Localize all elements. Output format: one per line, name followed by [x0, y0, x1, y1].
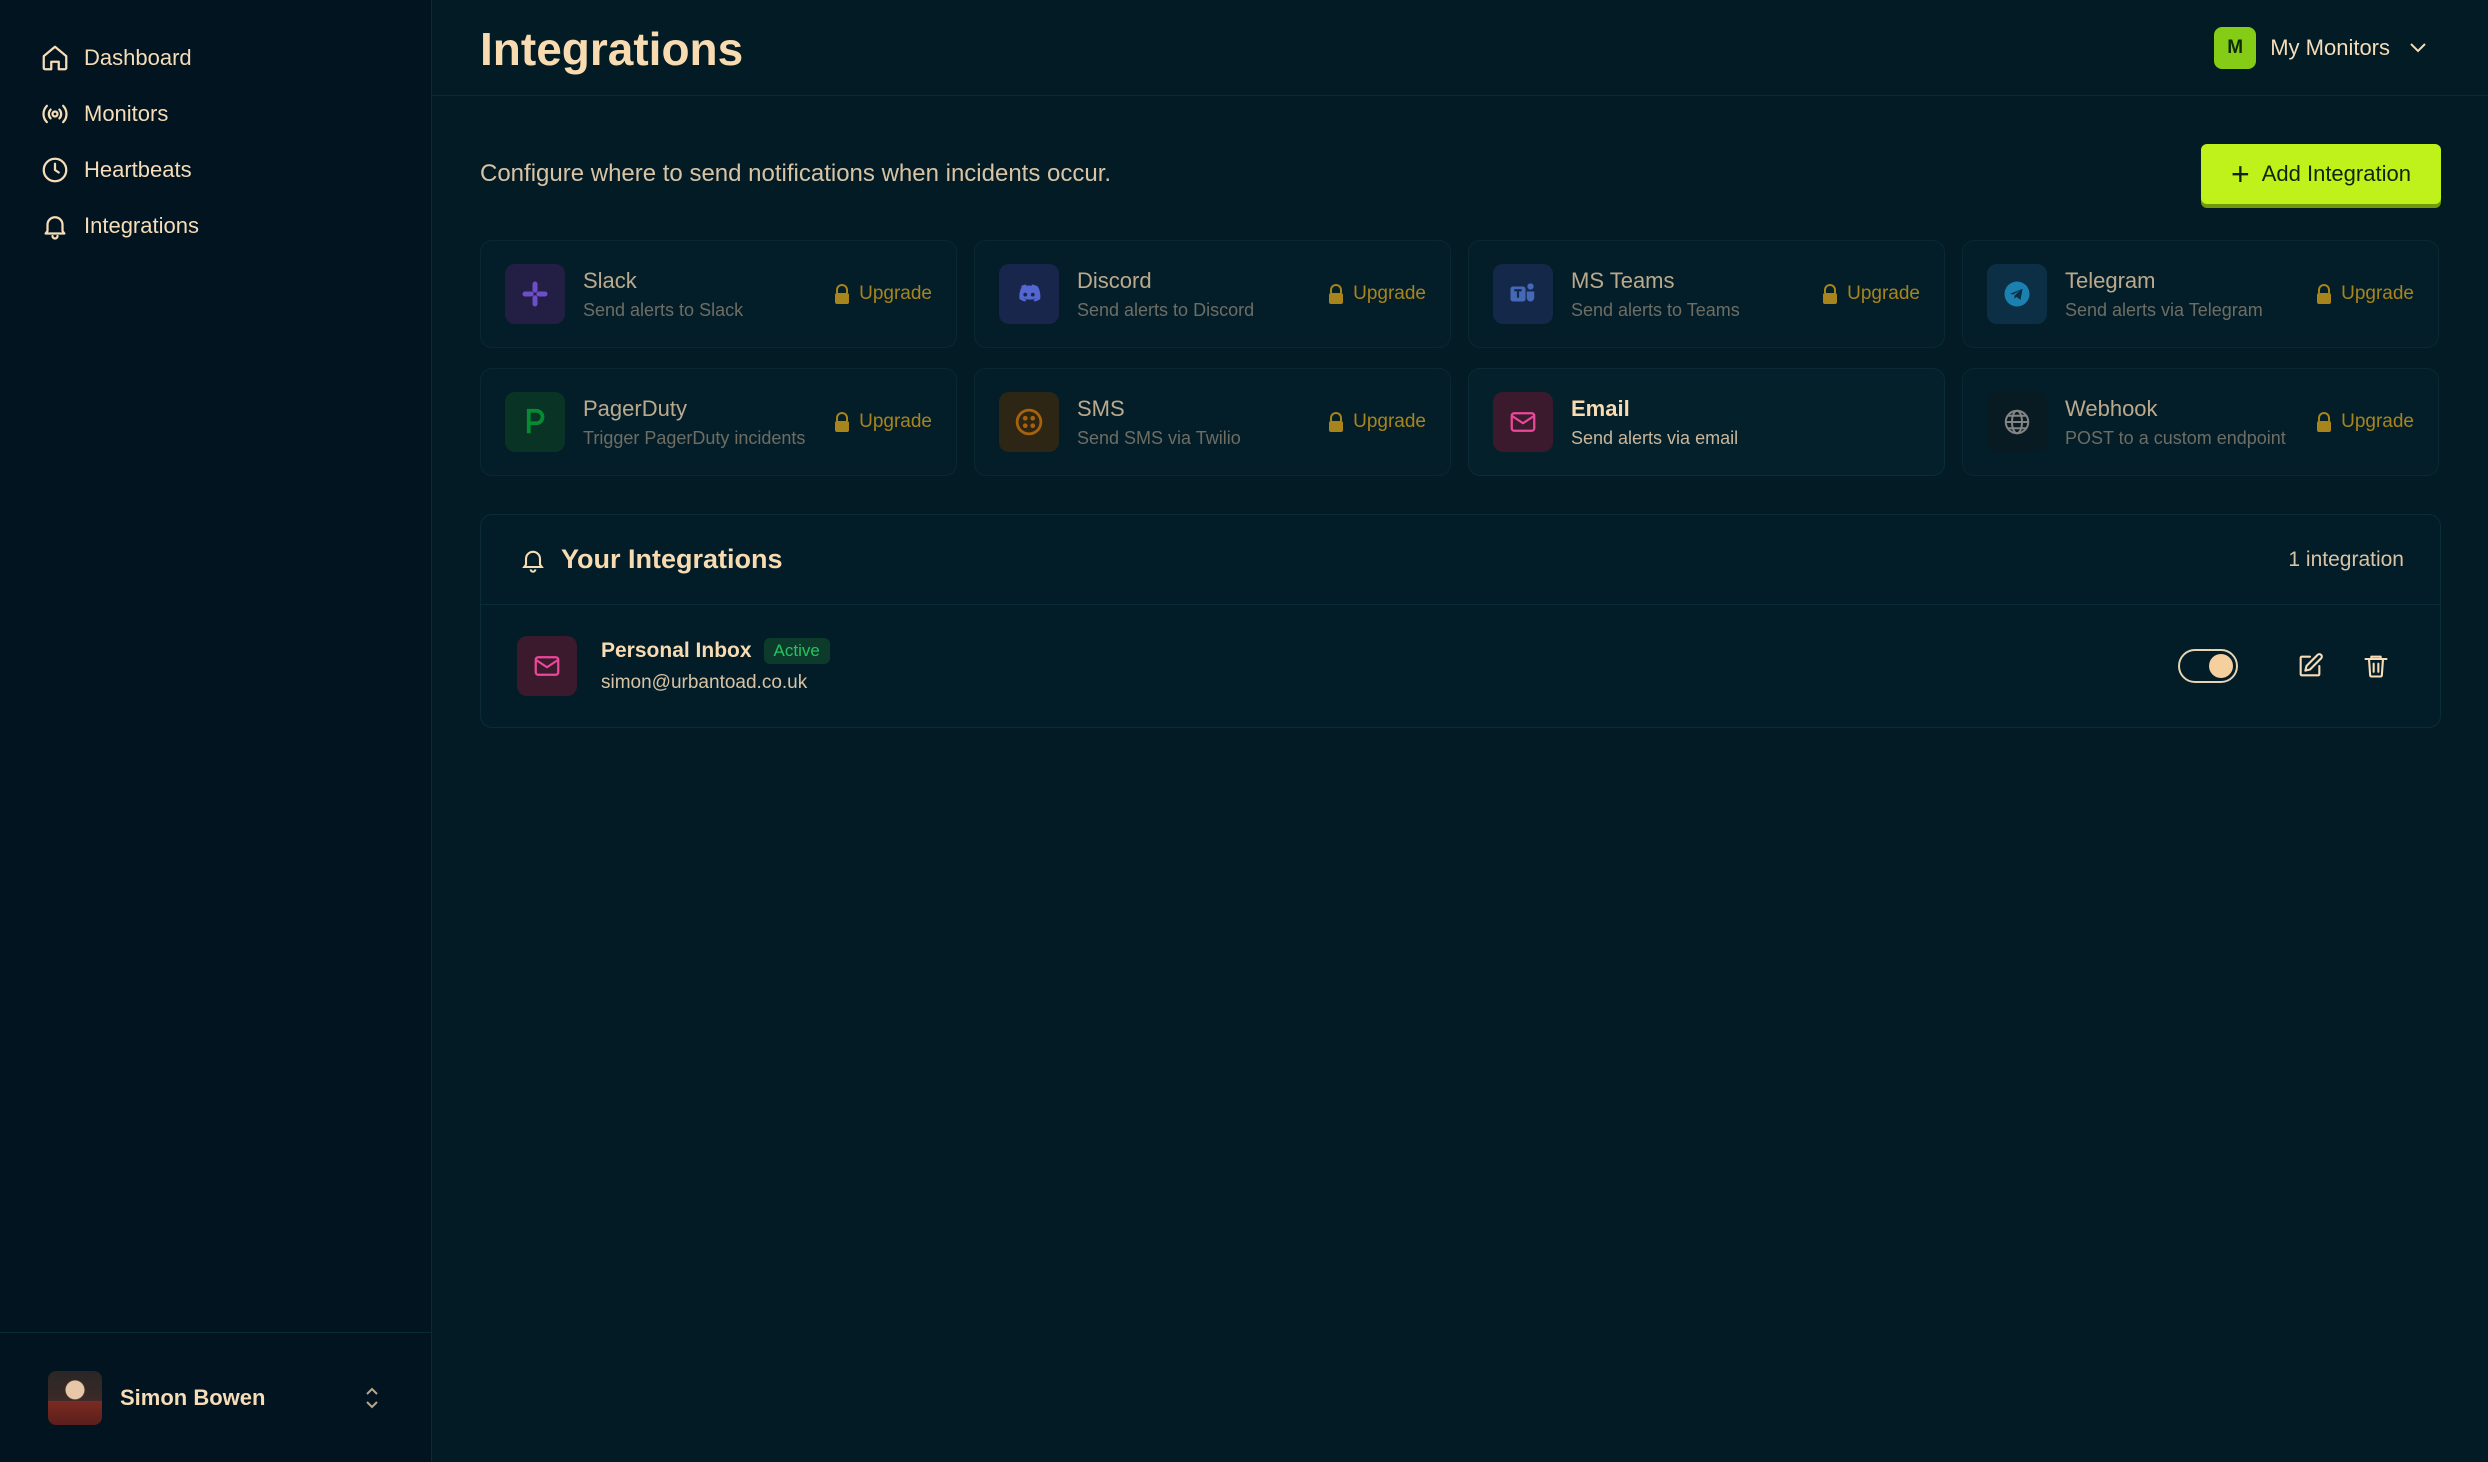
card-desc: Trigger PagerDuty incidents — [583, 427, 806, 448]
sidebar-item-integrations[interactable]: Integrations — [40, 198, 199, 254]
upgrade-label: Upgrade — [1847, 283, 1920, 304]
pagerduty-icon — [505, 392, 565, 452]
enable-toggle[interactable] — [2178, 649, 2238, 683]
upgrade-label: Upgrade — [859, 411, 932, 432]
sidebar: Dashboard Monitors Heartbeats Integratio… — [0, 0, 432, 1462]
monitor-badge: M — [2214, 27, 2257, 69]
telegram-icon — [1987, 264, 2047, 324]
integration-card-telegram[interactable]: Telegram Send alerts via Telegram Upgrad… — [1962, 240, 2439, 348]
card-desc: Send SMS via Twilio — [1077, 427, 1241, 448]
page-header: Integrations M My Monitors — [432, 0, 2488, 96]
upgrade-label: Upgrade — [2341, 411, 2414, 432]
sidebar-item-label: Heartbeats — [84, 157, 192, 182]
upgrade-link[interactable]: Upgrade — [833, 283, 932, 305]
home-icon — [42, 45, 68, 71]
integration-type-grid: Slack Send alerts to Slack Upgrade Disco… — [480, 240, 2441, 476]
status-badge: Active — [763, 638, 830, 664]
lock-icon — [1329, 412, 1344, 432]
card-title: Email — [1571, 395, 1630, 421]
upgrade-link[interactable]: Upgrade — [833, 411, 932, 433]
integration-email: simon@urbantoad.co.uk — [601, 672, 808, 693]
discord-icon — [999, 264, 1059, 324]
upgrade-label: Upgrade — [2341, 283, 2414, 304]
trash-icon — [2364, 655, 2388, 678]
user-name: Simon Bowen — [120, 1384, 266, 1410]
integration-card-discord[interactable]: Discord Send alerts to Discord Upgrade — [974, 240, 1451, 348]
lock-icon — [835, 284, 850, 304]
integration-card-sms[interactable]: SMS Send SMS via Twilio Upgrade — [974, 368, 1451, 476]
clock-icon — [42, 157, 68, 183]
chevron-down-icon — [2410, 43, 2426, 53]
sidebar-item-label: Monitors — [84, 101, 169, 126]
card-desc: Send alerts to Slack — [583, 299, 744, 320]
lock-icon — [835, 412, 850, 432]
delete-button[interactable] — [2356, 646, 2396, 686]
panel-title: Your Integrations — [561, 544, 783, 574]
user-menu[interactable]: Simon Bowen — [0, 1332, 432, 1462]
upgrade-label: Upgrade — [859, 283, 932, 304]
page-title: Integrations — [480, 23, 744, 75]
twilio-icon — [999, 392, 1059, 452]
plus-icon: + — [2231, 156, 2250, 192]
bell-icon — [44, 216, 66, 240]
upgrade-link[interactable]: Upgrade — [1327, 411, 1426, 433]
broadcast-icon — [42, 104, 68, 124]
integration-card-slack[interactable]: Slack Send alerts to Slack Upgrade — [480, 240, 957, 348]
card-title: Discord — [1077, 267, 1152, 293]
upgrade-link[interactable]: Upgrade — [1327, 283, 1426, 305]
card-desc: Send alerts to Discord — [1077, 299, 1255, 320]
sidebar-nav: Dashboard Monitors Heartbeats Integratio… — [40, 30, 199, 254]
sidebar-item-label: Integrations — [84, 213, 199, 238]
page-subtitle: Configure where to send notifications wh… — [480, 160, 1112, 187]
card-desc: Send alerts to Teams — [1571, 299, 1740, 320]
panel-header: Your Integrations 1 integration — [481, 515, 2440, 605]
sidebar-item-dashboard[interactable]: Dashboard — [40, 30, 199, 86]
globe-icon — [1987, 392, 2047, 452]
edit-icon — [2299, 653, 2323, 677]
add-integration-label: Add Integration — [2261, 161, 2411, 186]
card-title: Slack — [583, 267, 637, 293]
upgrade-label: Upgrade — [1353, 283, 1426, 304]
mail-icon — [517, 636, 577, 696]
integration-card-email[interactable]: Email Send alerts via email — [1468, 368, 1945, 476]
integration-count: 1 integration — [2288, 547, 2404, 571]
avatar — [48, 1370, 102, 1425]
card-title: SMS — [1077, 395, 1125, 421]
row-actions — [2178, 646, 2396, 686]
card-desc: Send alerts via Telegram — [2065, 299, 2263, 320]
integration-row: Personal Inbox Active simon@urbantoad.co… — [481, 605, 2440, 727]
edit-button[interactable] — [2290, 646, 2330, 686]
bell-icon — [522, 550, 544, 573]
card-title: Telegram — [2065, 267, 2156, 293]
monitor-switcher[interactable]: M My Monitors — [2214, 26, 2428, 70]
card-desc: Send alerts via email — [1571, 427, 1739, 448]
integration-card-webhook[interactable]: Webhook POST to a custom endpoint Upgrad… — [1962, 368, 2439, 476]
lock-icon — [2317, 284, 2332, 304]
card-title: PagerDuty — [583, 395, 687, 421]
sidebar-item-heartbeats[interactable]: Heartbeats — [40, 142, 199, 198]
card-title: Webhook — [2065, 395, 2158, 421]
sidebar-item-monitors[interactable]: Monitors — [40, 86, 199, 142]
lock-icon — [1823, 284, 1838, 304]
lock-icon — [1329, 284, 1344, 304]
lock-icon — [2317, 412, 2332, 432]
upgrade-link[interactable]: Upgrade — [2315, 283, 2414, 305]
upgrade-link[interactable]: Upgrade — [1821, 283, 1920, 305]
upgrade-label: Upgrade — [1353, 411, 1426, 432]
integration-card-pagerduty[interactable]: PagerDuty Trigger PagerDuty incidents Up… — [480, 368, 957, 476]
add-integration-button[interactable]: + Add Integration — [2201, 144, 2441, 204]
mail-icon — [1493, 392, 1553, 452]
ms-teams-icon — [1493, 264, 1553, 324]
monitor-switcher-label: My Monitors — [2270, 35, 2390, 60]
card-desc: POST to a custom endpoint — [2065, 427, 2286, 448]
sidebar-item-label: Dashboard — [84, 45, 192, 70]
slack-icon — [505, 264, 565, 324]
card-title: MS Teams — [1571, 267, 1675, 293]
your-integrations-panel: Your Integrations 1 integration Personal… — [480, 514, 2441, 728]
integration-name: Personal Inbox — [601, 639, 752, 662]
toggle-knob — [2209, 654, 2233, 678]
integration-card-ms-teams[interactable]: MS Teams Send alerts to Teams Upgrade — [1468, 240, 1945, 348]
upgrade-link[interactable]: Upgrade — [2315, 411, 2414, 433]
chevron-up-down-icon — [362, 1385, 382, 1411]
